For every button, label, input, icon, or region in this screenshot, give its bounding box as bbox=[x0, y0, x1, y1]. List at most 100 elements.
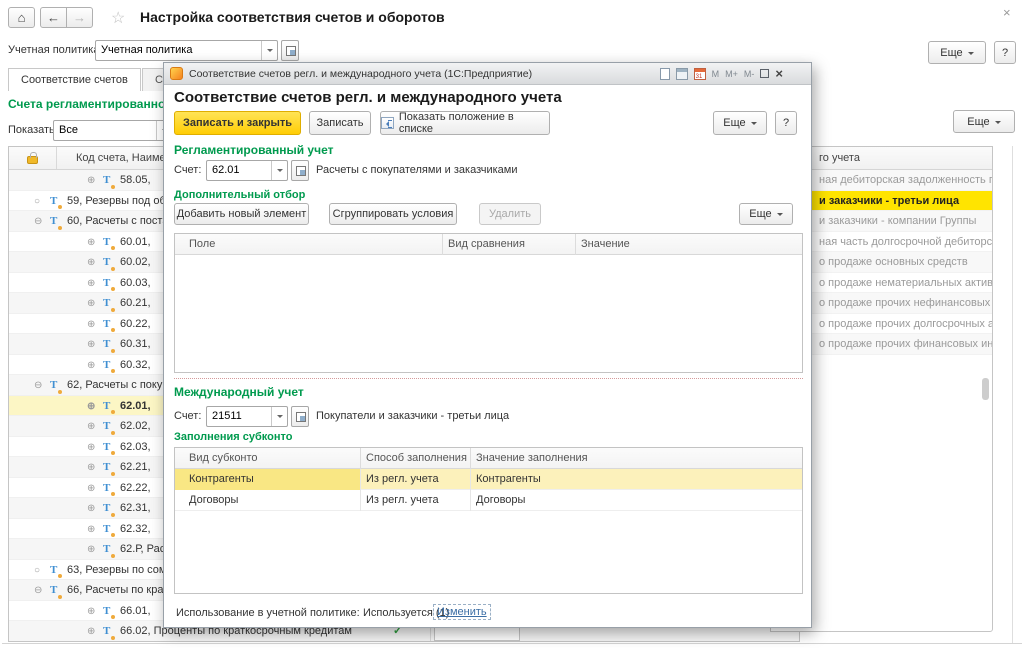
tree-expand-icon[interactable]: ⊕ bbox=[87, 417, 100, 437]
show-position-button[interactable]: Показать положение в списке bbox=[380, 111, 550, 135]
tree-expand-icon[interactable]: ⊕ bbox=[87, 622, 100, 642]
caret-down-icon bbox=[751, 122, 757, 128]
dialog-close-button[interactable]: × bbox=[775, 67, 783, 80]
calendar-icon[interactable]: 31 bbox=[694, 68, 706, 80]
intl-account-text: ная дебиторская задолженность покупателе… bbox=[819, 174, 992, 186]
tree-expand-icon[interactable]: ⊕ bbox=[87, 540, 100, 560]
tree-expand-icon[interactable]: ⊕ bbox=[87, 171, 100, 191]
dropdown-arrow-icon[interactable] bbox=[271, 161, 287, 180]
policy-combobox[interactable]: Учетная политика bbox=[95, 40, 278, 61]
tree-expand-icon[interactable]: ○ bbox=[34, 561, 47, 581]
add-filter-element-button[interactable]: Добавить новый элемент bbox=[174, 203, 309, 225]
tree-expand-icon[interactable]: ⊕ bbox=[87, 397, 100, 417]
tree-expand-icon[interactable]: ⊕ bbox=[87, 253, 100, 273]
usage-label: Использование в учетной политике: bbox=[176, 607, 360, 619]
account-code-text: 66.01, bbox=[120, 605, 151, 617]
back-button[interactable]: ← bbox=[40, 7, 67, 28]
account-code-text: 60.02, bbox=[120, 256, 151, 268]
account-type-icon: T bbox=[50, 580, 62, 601]
dropdown-arrow-icon[interactable] bbox=[271, 407, 287, 426]
reg-account-open-button[interactable] bbox=[291, 160, 309, 181]
dialog-more-button[interactable]: Еще bbox=[713, 111, 767, 135]
forward-button[interactable]: → bbox=[66, 7, 93, 28]
tab-account-mapping[interactable]: Соответствие счетов bbox=[8, 68, 141, 91]
filter-col-field[interactable]: Поле bbox=[189, 238, 215, 250]
mapping-dialog: Соответствие счетов регл. и международно… bbox=[163, 62, 812, 628]
account-type-icon: T bbox=[50, 560, 62, 581]
tree-expand-icon[interactable]: ⊖ bbox=[34, 212, 47, 232]
group-conditions-button[interactable]: Сгруппировать условия bbox=[329, 203, 457, 225]
subconto-table-header: Вид субконто Способ заполнения Значение … bbox=[175, 448, 802, 469]
account-type-icon: T bbox=[103, 457, 115, 478]
show-filter-combobox[interactable]: Все bbox=[53, 120, 173, 141]
dialog-titlebar-title: Соответствие счетов регл. и международно… bbox=[189, 68, 660, 80]
calculator-icon[interactable] bbox=[676, 68, 688, 80]
account-type-icon: T bbox=[50, 375, 62, 396]
page-help-button[interactable]: ? bbox=[994, 41, 1016, 64]
home-icon: ⌂ bbox=[18, 10, 26, 25]
reg-account-combobox[interactable]: 62.01 bbox=[206, 160, 288, 181]
page-more-button[interactable]: Еще bbox=[928, 41, 986, 64]
subconto-value-cell: Договоры bbox=[470, 490, 804, 511]
subconto-col-value[interactable]: Значение заполнения bbox=[476, 452, 588, 464]
tree-expand-icon[interactable]: ⊕ bbox=[87, 479, 100, 499]
usage-change-link[interactable]: Изменить bbox=[433, 604, 491, 620]
tree-expand-icon[interactable]: ⊕ bbox=[87, 274, 100, 294]
home-button[interactable]: ⌂ bbox=[8, 7, 35, 28]
intl-account-text: и заказчики - компании Группы bbox=[819, 215, 976, 227]
tree-expand-icon[interactable]: ⊕ bbox=[87, 499, 100, 519]
dialog-help-button[interactable]: ? bbox=[775, 111, 797, 135]
account-code-text: 60.03, bbox=[120, 277, 151, 289]
memory-mplus-button[interactable]: M+ bbox=[725, 69, 738, 79]
tree-expand-icon[interactable]: ⊕ bbox=[87, 233, 100, 253]
intl-account-value: 21511 bbox=[207, 407, 271, 426]
memory-m-button[interactable]: M bbox=[712, 69, 720, 79]
right-scrollbar-thumb[interactable] bbox=[982, 378, 989, 400]
account-type-icon: T bbox=[103, 314, 115, 335]
save-document-icon[interactable] bbox=[660, 68, 670, 80]
intl-column-header[interactable]: го учета bbox=[819, 152, 860, 164]
section-separator bbox=[174, 378, 803, 379]
intl-account-open-button[interactable] bbox=[291, 406, 309, 427]
international-section-heading: Международный учет bbox=[174, 385, 304, 399]
account-code-text: 60.32, bbox=[120, 359, 151, 371]
page-close-button[interactable]: × bbox=[1003, 5, 1011, 20]
save-and-close-button[interactable]: Записать и закрыть bbox=[174, 111, 301, 135]
account-code-text: 62.21, bbox=[120, 461, 151, 473]
dialog-titlebar[interactable]: Соответствие счетов регл. и международно… bbox=[164, 63, 811, 85]
caret-down-icon bbox=[995, 121, 1001, 127]
tree-expand-icon[interactable]: ○ bbox=[34, 192, 47, 212]
filter-col-value[interactable]: Значение bbox=[581, 238, 630, 250]
tree-expand-icon[interactable]: ⊕ bbox=[87, 602, 100, 622]
filter-more-button[interactable]: Еще bbox=[739, 203, 793, 225]
tree-expand-icon[interactable]: ⊕ bbox=[87, 520, 100, 540]
tree-expand-icon[interactable]: ⊖ bbox=[34, 376, 47, 396]
subconto-col-type[interactable]: Вид субконто bbox=[189, 452, 258, 464]
filter-col-comparison[interactable]: Вид сравнения bbox=[448, 238, 525, 250]
subconto-row[interactable]: Контрагенты Из регл. учета Контрагенты bbox=[175, 469, 802, 490]
tree-expand-icon[interactable]: ⊖ bbox=[34, 581, 47, 601]
form-right-border bbox=[1012, 146, 1013, 643]
memory-mminus-button[interactable]: M- bbox=[744, 69, 755, 79]
tree-expand-icon[interactable]: ⊕ bbox=[87, 335, 100, 355]
account-code-text: 62.03, bbox=[120, 441, 151, 453]
subconto-col-method[interactable]: Способ заполнения bbox=[366, 452, 467, 464]
delete-filter-button[interactable]: Удалить bbox=[479, 203, 541, 225]
policy-open-button[interactable] bbox=[281, 40, 299, 61]
subconto-row[interactable]: Договоры Из регл. учета Договоры bbox=[175, 490, 802, 511]
tree-expand-icon[interactable]: ⊕ bbox=[87, 356, 100, 376]
account-type-icon: T bbox=[103, 334, 115, 355]
maximize-button[interactable] bbox=[760, 69, 769, 78]
right-panel-more-button[interactable]: Еще bbox=[953, 110, 1015, 133]
favorite-star-icon[interactable]: ☆ bbox=[111, 8, 125, 28]
save-button[interactable]: Записать bbox=[309, 111, 371, 135]
filter-table-header: Поле Вид сравнения Значение bbox=[175, 234, 802, 255]
intl-account-combobox[interactable]: 21511 bbox=[206, 406, 288, 427]
dropdown-arrow-icon[interactable] bbox=[261, 41, 277, 60]
show-filter-label: Показать: bbox=[8, 124, 58, 136]
tree-expand-icon[interactable]: ⊕ bbox=[87, 294, 100, 314]
tree-expand-icon[interactable]: ⊕ bbox=[87, 438, 100, 458]
tree-expand-icon[interactable]: ⊕ bbox=[87, 458, 100, 478]
tree-expand-icon[interactable]: ⊕ bbox=[87, 315, 100, 335]
account-type-icon: T bbox=[103, 355, 115, 376]
